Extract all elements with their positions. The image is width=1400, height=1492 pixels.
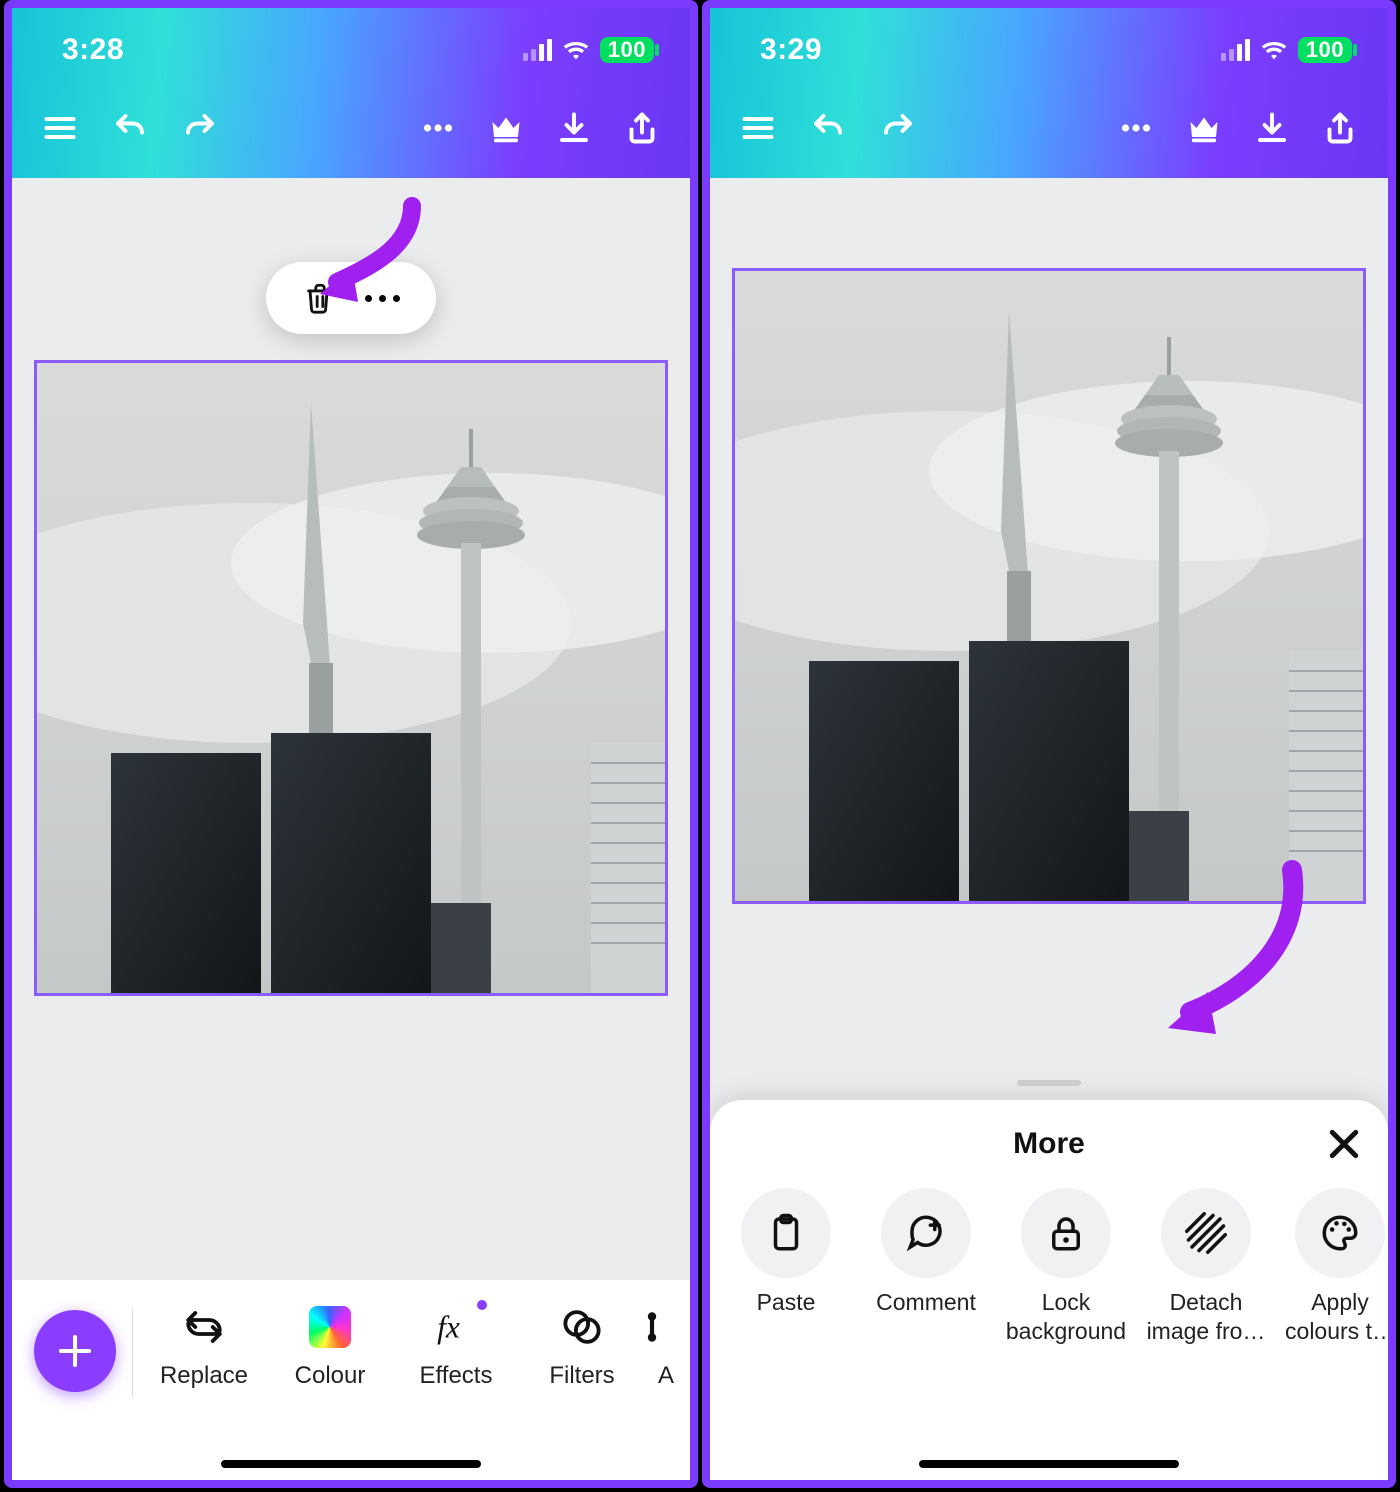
annotation-arrow-icon [312,196,432,306]
phone-frame-left: 3:28 100 [4,0,698,1488]
more-icon[interactable] [1118,110,1154,146]
clipboard-icon [765,1212,807,1254]
signal-icon [523,39,552,61]
sheet-item-apply-colours[interactable]: Apply colours t… [1276,1188,1388,1346]
redo-icon[interactable] [182,110,218,146]
tool-label: Filters [549,1362,614,1390]
download-icon[interactable] [556,110,592,146]
app-toolbar [710,78,1388,168]
tool-label: A [658,1362,674,1390]
battery-badge: 100 [1298,37,1352,63]
crown-icon[interactable] [488,110,524,146]
tool-strip[interactable]: Replace Colour fx Effects Filter [141,1300,690,1390]
menu-icon[interactable] [740,110,776,146]
editor-canvas[interactable]: Replace Colour fx Effects Filter [12,178,690,1480]
add-button[interactable] [34,1310,116,1392]
sheet-item-lock-background[interactable]: Lock background [996,1188,1136,1346]
home-indicator[interactable] [221,1460,481,1468]
undo-icon[interactable] [810,110,846,146]
colour-swatch-icon [309,1306,351,1348]
tool-label: Colour [295,1362,366,1390]
status-time: 3:29 [760,33,822,67]
sheet-header: More [710,1100,1388,1188]
download-icon[interactable] [1254,110,1290,146]
sheet-item-label: Detach image fro… [1147,1288,1266,1346]
sheet-item-comment[interactable]: Comment [856,1188,996,1346]
palette-icon [1319,1212,1361,1254]
sheet-item-label: Apply colours t… [1285,1288,1388,1346]
status-bar: 3:28 100 [12,8,690,78]
skyline-illustration [735,271,1363,901]
tool-label: Replace [160,1362,248,1390]
sheet-grabber[interactable] [1017,1080,1081,1086]
divider [132,1308,133,1398]
annotation-arrow-icon [1142,858,1312,1038]
close-button[interactable] [1324,1124,1364,1164]
tool-effects[interactable]: fx Effects [393,1306,519,1390]
sheet-title: More [1013,1127,1085,1161]
sheet-item-label: Paste [757,1288,816,1317]
phone-frame-right: 3:29 100 [702,0,1396,1488]
lock-icon [1045,1212,1087,1254]
tool-replace[interactable]: Replace [141,1306,267,1390]
battery-badge: 100 [600,37,654,63]
skyline-illustration [37,363,665,993]
tool-cutoff[interactable]: A [645,1306,687,1390]
close-icon [1324,1124,1364,1164]
app-header: 3:28 100 [12,8,690,178]
selected-image[interactable] [732,268,1366,904]
app-header: 3:29 100 [710,8,1388,178]
wifi-icon [1260,39,1288,61]
redo-icon[interactable] [880,110,916,146]
status-bar: 3:29 100 [710,8,1388,78]
comment-icon [905,1212,947,1254]
more-actions-sheet: More Paste Comment [710,1100,1388,1480]
hatch-icon [1185,1212,1227,1254]
editor-bottom-bar: Replace Colour fx Effects Filter [12,1280,690,1480]
tool-label: Effects [420,1362,493,1390]
tool-filters[interactable]: Filters [519,1306,645,1390]
signal-icon [1221,39,1250,61]
notification-dot-icon [477,1300,487,1310]
sheet-item-label: Lock background [1006,1288,1126,1346]
crown-icon[interactable] [1186,110,1222,146]
sheet-actions-row[interactable]: Paste Comment Lock background [710,1188,1388,1346]
sheet-item-label: Comment [876,1288,976,1317]
status-time: 3:28 [62,33,124,67]
wifi-icon [562,39,590,61]
sheet-item-detach-image[interactable]: Detach image fro… [1136,1188,1276,1346]
app-toolbar [12,78,690,168]
svg-text:fx: fx [437,1310,460,1345]
selected-image[interactable] [34,360,668,996]
comparison-stage: 3:28 100 [0,0,1400,1492]
undo-icon[interactable] [112,110,148,146]
share-icon[interactable] [1322,110,1358,146]
sheet-item-paste[interactable]: Paste [716,1188,856,1346]
share-icon[interactable] [624,110,660,146]
home-indicator[interactable] [919,1460,1179,1468]
menu-icon[interactable] [42,110,78,146]
more-icon[interactable] [420,110,456,146]
tool-colour[interactable]: Colour [267,1306,393,1390]
editor-canvas[interactable]: More Paste Comment [710,178,1388,1480]
